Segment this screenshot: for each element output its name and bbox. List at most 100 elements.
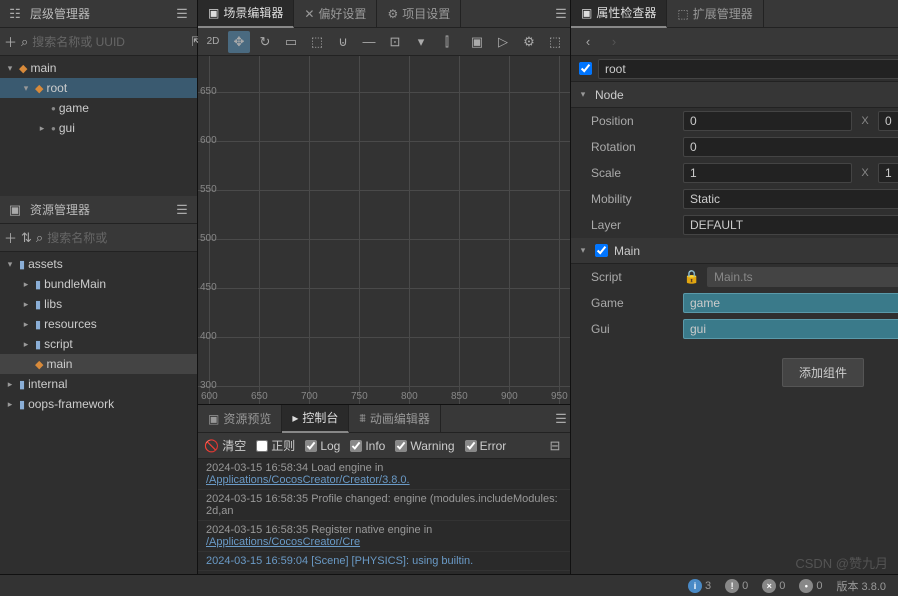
search-icon[interactable]: ⌕ [36,227,43,249]
layer-select[interactable]: DEFAULT▾ [683,215,898,235]
play-icon[interactable]: ▷ [492,31,514,53]
tree-row[interactable]: ▸▮resources [0,314,197,334]
warn-icon: ! [725,579,739,593]
node-section-head[interactable]: ▾ Node ? ⋮ [571,82,898,108]
hierarchy-icon: ☷ [6,5,24,23]
tab-project-settings[interactable]: ⚙项目设置 [377,0,461,28]
position-y-input[interactable] [878,111,898,131]
gui-input[interactable] [683,319,898,339]
script-label: Script [591,270,677,284]
main-active-checkbox[interactable] [595,244,608,257]
tree-row[interactable]: ▾◆main [0,58,197,78]
tree-row[interactable]: ▸▮script [0,334,197,354]
tree-row[interactable]: ●game [0,98,197,118]
hierarchy-menu-icon[interactable]: ☰ [173,5,191,23]
regex-checkbox[interactable]: 正则 [256,437,295,454]
game-input[interactable] [683,293,898,313]
clear-button[interactable]: 🚫 清空 [204,437,246,454]
console-log[interactable]: 2024-03-15 16:58:34 Load engine in /Appl… [198,459,570,574]
assets-menu-icon[interactable]: ☰ [173,201,191,219]
animation-icon: ⩩ [359,411,365,426]
hierarchy-tree: ▾◆main▾◆root●game▸●gui [0,56,197,196]
mode-2d-button[interactable]: 2D [202,31,224,53]
tool-icon[interactable]: — [358,31,380,53]
hierarchy-search-input[interactable] [32,35,187,49]
assets-toolbar: ＋ ⇅ ⌕ ▾ ⟳ [0,224,197,252]
filter-log[interactable]: Log [305,439,340,453]
filter-info[interactable]: Info [350,439,385,453]
tab-console[interactable]: ▸控制台 [282,405,349,433]
gear-icon: ⚙ [387,7,398,21]
filter-error[interactable]: Error [465,439,507,453]
device-icon[interactable]: ⬚ [544,31,566,53]
sort-icon[interactable]: ⇅ [21,227,32,249]
filter-warning[interactable]: Warning [395,439,454,453]
move-tool-icon[interactable]: ✥ [228,31,250,53]
status-err[interactable]: ×0 [762,579,785,593]
scene-canvas[interactable]: 6506005505004504003006006507007508008509… [198,56,570,404]
tab-scene-editor[interactable]: ▣场景编辑器 [198,0,294,28]
add-component-button[interactable]: 添加组件 [782,358,864,387]
tree-row[interactable]: ▸▮bundleMain [0,274,197,294]
info-icon: i [688,579,702,593]
tree-row[interactable]: ▸▮libs [0,294,197,314]
scale-x-input[interactable] [683,163,852,183]
console-icon: ▸ [292,411,298,425]
add-asset-icon[interactable]: ＋ [4,227,17,249]
scene-tab-icon: ▣ [208,6,219,20]
camera-icon[interactable]: ▣ [466,31,488,53]
tree-row[interactable]: ▸▮internal [0,374,197,394]
rect-tool-icon[interactable]: ▭ [280,31,302,53]
tree-row[interactable]: ▾▮assets [0,254,197,274]
log-line: 2024-03-15 16:58:34 Load engine in /Appl… [198,459,570,490]
tree-row[interactable]: ▸▮oops-framework [0,394,197,414]
script-input [707,267,898,287]
tab-asset-preview[interactable]: ▣资源预览 [198,405,282,433]
console-opts-icon[interactable]: ⊟ [546,437,564,455]
mobility-select[interactable]: Static▾ [683,189,898,209]
search-icon[interactable]: ⌕ [21,31,28,53]
version-label: 版本 3.8.0 [836,578,886,594]
assets-search-input[interactable] [47,231,202,245]
scene-menu-icon[interactable]: ☰ [552,5,570,23]
folder-icon: ▣ [208,412,219,426]
inspector-icon: ▣ [581,6,592,20]
tree-row[interactable]: ▸●gui [0,118,197,138]
assets-icon: ▣ [6,201,24,219]
tree-row[interactable]: ▾◆root [0,78,197,98]
status-warn[interactable]: !0 [725,579,748,593]
rotation-label: Rotation [591,140,677,154]
tab-inspector[interactable]: ▣属性检查器 [571,0,667,28]
node-active-checkbox[interactable] [579,62,592,75]
back-icon[interactable]: ‹ [579,33,597,51]
tab-animation[interactable]: ⩩动画编辑器 [349,405,440,433]
align-tool-icon[interactable]: ▾ [410,31,432,53]
scale-tool-icon[interactable]: ⬚ [306,31,328,53]
console-menu-icon[interactable]: ☰ [552,410,570,428]
assets-header: ▣ 资源管理器 ☰ [0,196,197,224]
rotate-tool-icon[interactable]: ↻ [254,31,276,53]
node-name-input[interactable] [598,59,898,79]
snap-tool-icon[interactable]: ⊡ [384,31,406,53]
dot-icon: • [799,579,813,593]
rotation-z-input[interactable] [683,137,898,157]
position-x-input[interactable] [683,111,852,131]
settings-icon[interactable]: ⚙ [518,31,540,53]
error-icon: × [762,579,776,593]
main-section-head[interactable]: ▾ Main ⋮ [571,238,898,264]
ruler-tool-icon[interactable]: ⫿ [436,31,458,53]
assets-tree: ▾▮assets▸▮bundleMain▸▮libs▸▮resources▸▮s… [0,252,197,574]
console-toolbar: 🚫 清空 正则 Log Info Warning Error ⊟ [198,433,570,459]
scene-tabs: ▣场景编辑器 ✕偏好设置 ⚙项目设置 ☰ [198,0,570,28]
status-other[interactable]: •0 [799,579,822,593]
hierarchy-toolbar: ＋ ⌕ ⇱ [0,28,197,56]
chevron-down-icon: ▾ [577,245,589,256]
forward-icon[interactable]: › [605,33,623,51]
anchor-tool-icon[interactable]: ⊍ [332,31,354,53]
tab-extensions[interactable]: ⬚扩展管理器 [667,0,763,28]
tree-row[interactable]: ◆main [0,354,197,374]
add-node-icon[interactable]: ＋ [4,31,17,53]
scale-y-input[interactable] [878,163,898,183]
status-info[interactable]: i3 [688,579,711,593]
tab-preferences[interactable]: ✕偏好设置 [294,0,377,28]
